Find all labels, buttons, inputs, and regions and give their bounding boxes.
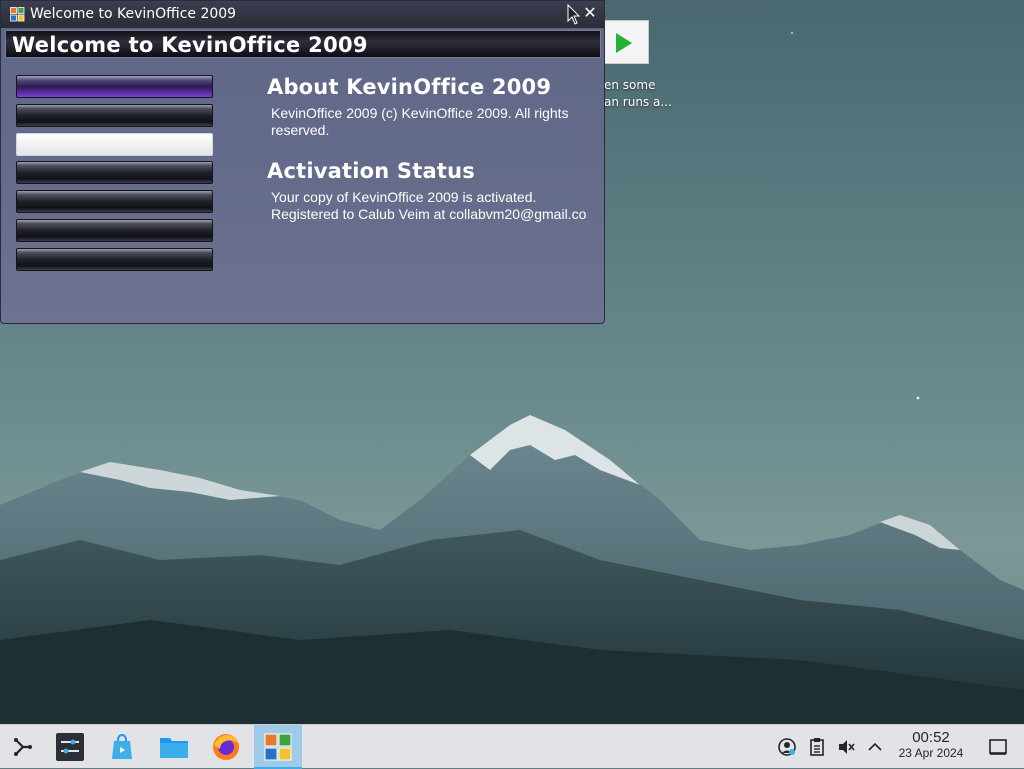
nav-button-7[interactable] xyxy=(16,247,213,271)
window-title: Welcome to KevinOffice 2009 xyxy=(30,6,237,22)
nav-button-6[interactable] xyxy=(16,218,213,242)
taskbar: 00:52 23 Apr 2024 xyxy=(0,724,1024,769)
background-text: en some an runs a... xyxy=(604,78,672,109)
clock-time: 00:52 xyxy=(912,729,950,746)
nav-button-4[interactable] xyxy=(16,161,213,185)
activation-text: Your copy of KevinOffice 2009 is activat… xyxy=(271,189,587,222)
expand-tray-icon[interactable] xyxy=(865,737,885,757)
volume-muted-icon[interactable] xyxy=(836,737,856,757)
nav-button-3[interactable] xyxy=(16,132,213,156)
activation-heading: Activation Status xyxy=(267,159,475,183)
about-text: KevinOffice 2009 (c) KevinOffice 2009. A… xyxy=(271,105,569,138)
clock-date: 23 Apr 2024 xyxy=(898,746,964,760)
navigation-buttons xyxy=(16,75,213,277)
dolphin-folder-icon[interactable] xyxy=(152,725,196,769)
clipboard-icon[interactable] xyxy=(807,737,827,757)
welcome-banner: Welcome to KevinOffice 2009 xyxy=(5,30,601,58)
kevinoffice-welcome-window: Welcome to KevinOffice 2009 ✕ Welcome to… xyxy=(0,0,605,324)
close-icon[interactable]: ✕ xyxy=(582,4,598,22)
firefox-icon[interactable] xyxy=(204,725,248,769)
clock[interactable]: 00:52 23 Apr 2024 xyxy=(888,729,974,760)
nav-button-5[interactable] xyxy=(16,190,213,214)
system-settings-icon[interactable] xyxy=(48,725,92,769)
window-titlebar[interactable]: Welcome to KevinOffice 2009 ✕ xyxy=(1,1,604,28)
banner-title: Welcome to KevinOffice 2009 xyxy=(12,33,368,57)
application-launcher-icon[interactable] xyxy=(0,725,44,769)
app-icon xyxy=(10,7,25,22)
network-icon[interactable] xyxy=(777,737,797,757)
mouse-cursor-icon xyxy=(567,4,581,25)
nav-button-2[interactable] xyxy=(16,103,213,127)
nav-button-1[interactable] xyxy=(16,75,213,98)
background-app-widget[interactable] xyxy=(598,20,649,64)
play-icon xyxy=(616,33,632,53)
show-desktop-icon[interactable] xyxy=(988,737,1008,757)
discover-store-icon[interactable] xyxy=(100,725,144,769)
kevinoffice-icon[interactable] xyxy=(254,725,302,769)
about-heading: About KevinOffice 2009 xyxy=(267,75,552,99)
info-panel: About KevinOffice 2009 KevinOffice 2009 … xyxy=(267,73,603,223)
